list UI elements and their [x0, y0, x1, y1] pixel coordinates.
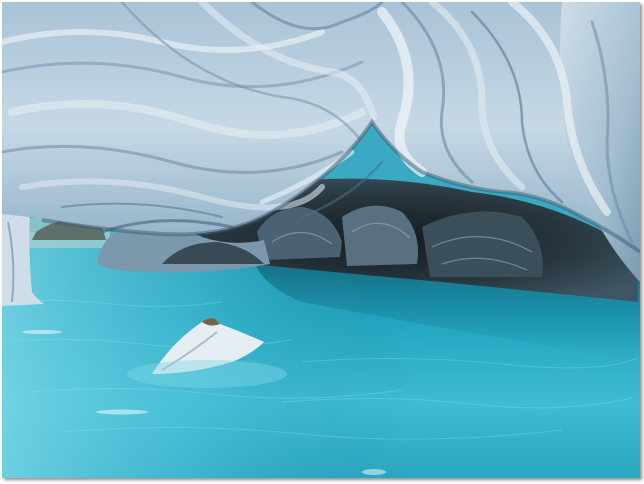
photo-frame	[0, 0, 644, 484]
cave-photo	[2, 2, 640, 478]
rock-glow	[127, 360, 287, 388]
marble-cave-scene	[2, 2, 640, 478]
